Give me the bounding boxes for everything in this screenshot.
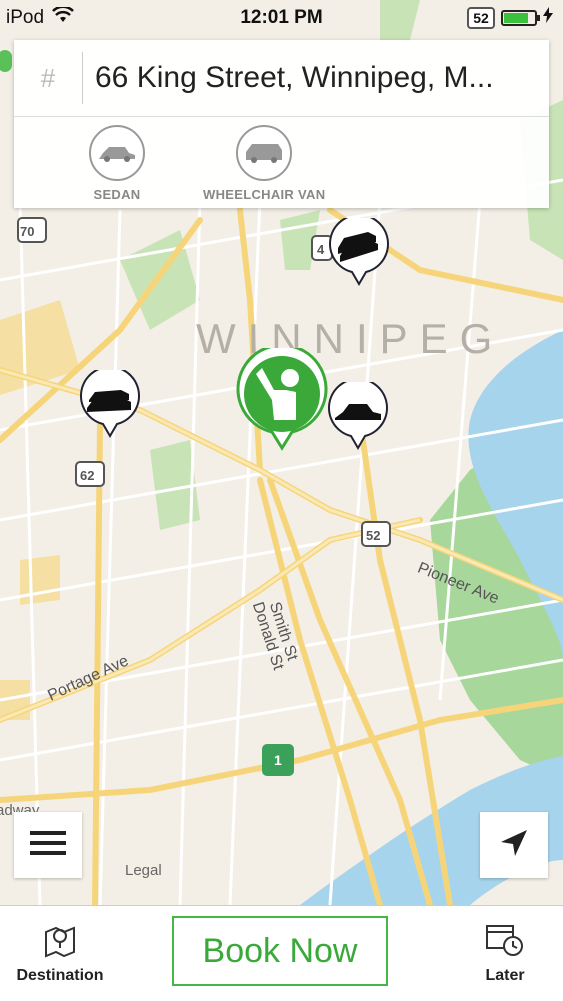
van-icon[interactable]	[236, 125, 293, 181]
wifi-icon	[52, 5, 74, 29]
charging-icon	[543, 7, 553, 29]
legal-link[interactable]: Legal	[125, 862, 162, 879]
map-pin-icon	[42, 922, 78, 963]
later-button[interactable]: Later	[460, 922, 550, 992]
bottom-bar: Destination Book Now Later	[0, 905, 563, 1001]
taxi-fleet-pin[interactable]	[328, 213, 390, 293]
destination-button[interactable]: Destination	[10, 922, 110, 992]
vehicle-selector: SEDAN WHEELCHAIR VAN	[14, 117, 549, 202]
carrier-label: iPod	[6, 7, 45, 28]
unit-number-field[interactable]: #	[14, 52, 83, 104]
location-arrow-icon	[499, 828, 529, 863]
menu-button[interactable]	[14, 812, 82, 878]
taxi-sedan-pin[interactable]	[327, 377, 389, 457]
vehicle-label: WHEELCHAIR VAN	[203, 187, 326, 202]
vehicle-option-sedan[interactable]: SEDAN	[89, 125, 145, 202]
pickup-address-field[interactable]: 66 King Street, Winnipeg, M...	[83, 61, 549, 95]
address-card: # 66 King Street, Winnipeg, M... SEDAN W…	[14, 40, 549, 208]
route-badge: 52	[467, 7, 495, 29]
pickup-location-pin[interactable]	[234, 343, 330, 457]
route-shield: 70	[20, 224, 35, 239]
hamburger-icon	[30, 829, 66, 862]
route-shield: 62	[80, 468, 95, 483]
later-label: Later	[485, 967, 525, 984]
destination-label: Destination	[16, 967, 104, 984]
vehicle-label: SEDAN	[93, 187, 141, 202]
route-shield: 52	[366, 528, 381, 543]
taxi-fleet-pin[interactable]	[79, 365, 141, 445]
book-now-button[interactable]: Book Now	[172, 916, 388, 986]
address-row[interactable]: # 66 King Street, Winnipeg, M...	[14, 40, 549, 117]
route-shield: 4	[317, 242, 325, 257]
status-bar: iPod 12:01 PM 52	[0, 0, 563, 36]
battery-icon	[501, 10, 540, 26]
locate-me-button[interactable]	[480, 812, 548, 878]
calendar-clock-icon	[485, 922, 525, 963]
vehicle-option-van[interactable]: WHEELCHAIR VAN	[203, 125, 325, 202]
sedan-icon[interactable]	[89, 125, 145, 181]
route-shield: 1	[274, 752, 282, 768]
